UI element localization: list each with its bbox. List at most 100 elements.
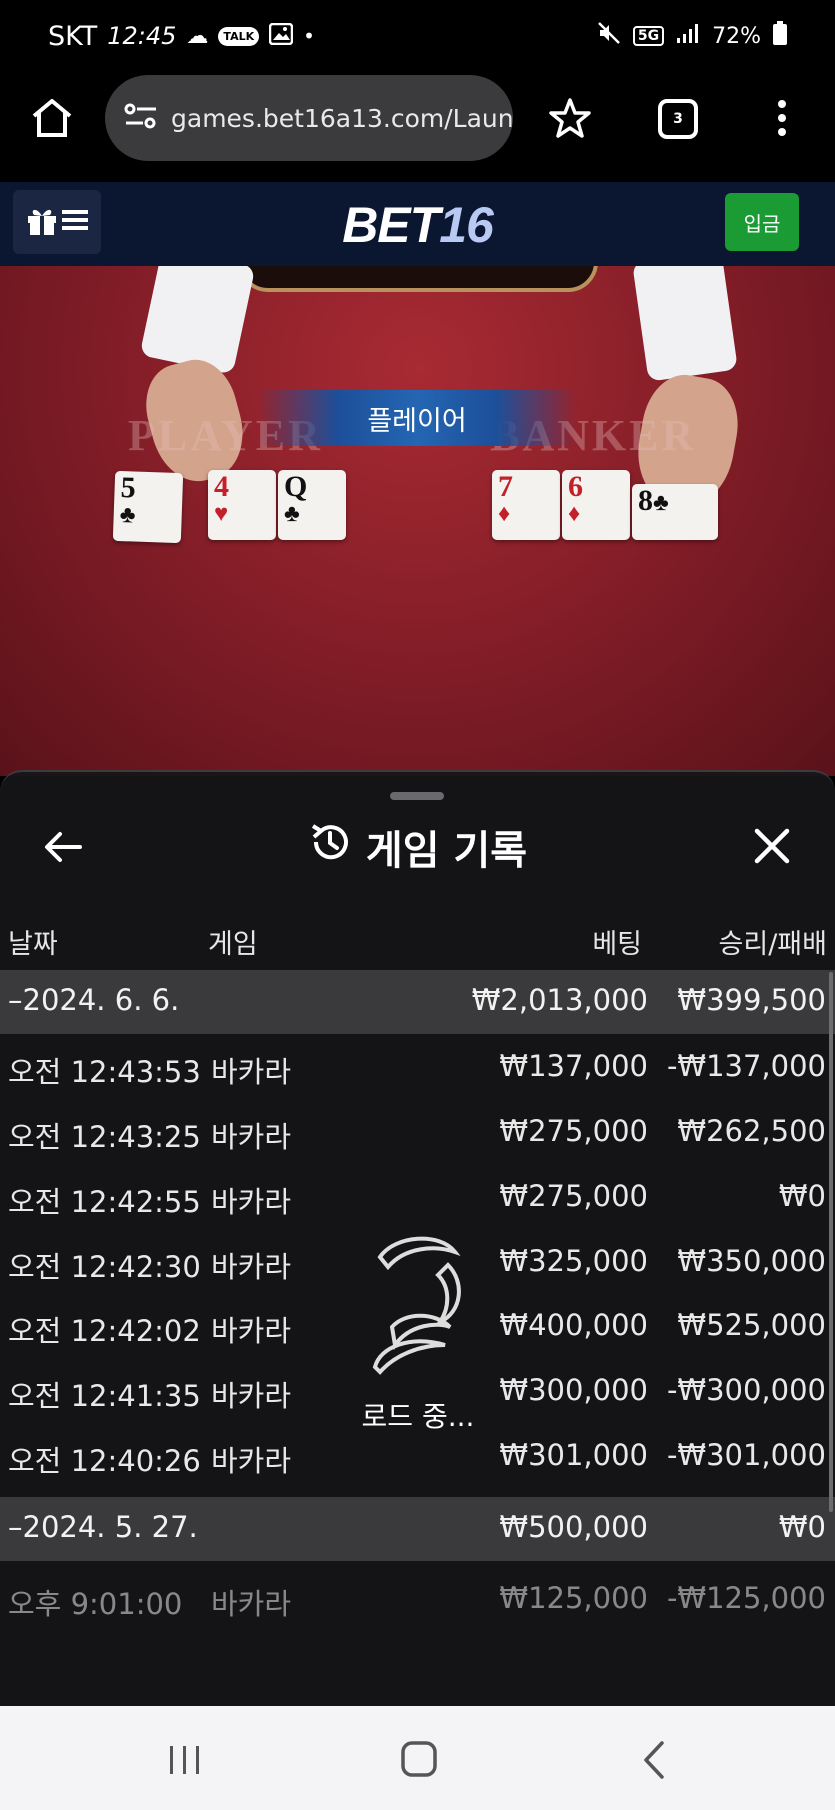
talk-icon: TALK xyxy=(218,26,260,46)
more-menu-icon[interactable] xyxy=(770,96,794,140)
site-header: BET16 입금 xyxy=(0,182,835,266)
row-time: 오전 12:42:55 xyxy=(8,1185,201,1219)
logo-text: BET xyxy=(342,197,440,253)
card-rank: Q xyxy=(284,470,308,503)
recent-apps-icon[interactable] xyxy=(168,1744,202,1776)
row-result: -₩301,000 xyxy=(666,1438,826,1472)
close-icon[interactable] xyxy=(752,826,792,866)
club-icon: ♣ xyxy=(119,502,136,529)
screen: SKT 12:45 ☁ TALK • 5G 72% games.bet16a13… xyxy=(0,0,835,1810)
row-bet: ₩137,000 xyxy=(499,1049,648,1083)
dealer-right-sleeve xyxy=(632,266,738,382)
carrier-label: SKT xyxy=(48,20,98,52)
home-icon[interactable] xyxy=(400,1740,438,1778)
row-time: 오전 12:43:25 xyxy=(8,1120,201,1154)
history-icon xyxy=(308,820,352,874)
player-card-2: 4 ♥ xyxy=(208,470,276,540)
notification-dot-icon: • xyxy=(303,24,315,48)
browser-home-icon[interactable] xyxy=(30,96,74,140)
row-game: 바카라 xyxy=(211,1120,292,1154)
row-result: ₩0 xyxy=(778,1179,826,1213)
row-result: ₩350,000 xyxy=(677,1244,826,1278)
banker-card-1: 7 ♦ xyxy=(492,470,560,540)
row-game: 바카라 xyxy=(211,1314,292,1348)
loading-indicator: 로드 중... xyxy=(350,1227,486,1433)
club-icon: ♣ xyxy=(284,501,300,527)
browser-toolbar: games.bet16a13.com/Launc 3 xyxy=(0,72,835,182)
history-row[interactable]: 오전 12:43:25 바카라 ₩275,000 ₩262,500 xyxy=(0,1101,835,1165)
card-rank: 5 xyxy=(120,471,137,505)
status-bar: SKT 12:45 ☁ TALK • 5G 72% xyxy=(0,0,835,72)
scrollbar[interactable] xyxy=(829,972,833,1512)
group-date: –2024. 5. 27. xyxy=(8,1510,198,1544)
group-result-total: ₩0 xyxy=(778,1510,826,1544)
player-card-3: Q ♣ xyxy=(278,470,346,540)
group-bet-total: ₩2,013,000 xyxy=(471,983,648,1017)
row-game: 바카라 xyxy=(211,1250,292,1284)
panel-title-text: 게임 기록 xyxy=(365,828,528,874)
column-header-bet: 베팅 xyxy=(592,929,642,960)
group-result-total: ₩399,500 xyxy=(677,983,826,1017)
row-time: 오전 12:42:02 xyxy=(8,1314,201,1348)
gallery-icon xyxy=(268,21,294,52)
cloud-icon: ☁ xyxy=(186,23,209,49)
column-header-date: 날짜 xyxy=(8,929,58,960)
row-result: ₩262,500 xyxy=(677,1114,826,1148)
loading-spinner-icon xyxy=(350,1236,486,1381)
column-header-result: 승리/패배 xyxy=(718,929,827,960)
diamond-icon: ♦ xyxy=(498,501,511,527)
network-5g-icon: 5G xyxy=(632,26,665,46)
address-bar[interactable]: games.bet16a13.com/Launc xyxy=(105,75,513,161)
card-rank: 4 xyxy=(214,470,229,503)
group-bet-total: ₩500,000 xyxy=(499,1510,648,1544)
logo-number: 16 xyxy=(439,197,494,253)
row-bet: ₩400,000 xyxy=(499,1308,648,1342)
loading-text: 로드 중... xyxy=(361,1400,475,1433)
panel-title: 게임 기록 xyxy=(0,818,835,876)
heart-icon: ♥ xyxy=(214,501,229,527)
row-bet: ₩275,000 xyxy=(499,1114,648,1148)
row-result: -₩137,000 xyxy=(666,1049,826,1083)
mute-icon xyxy=(597,21,621,51)
bookmark-star-icon[interactable] xyxy=(548,96,592,140)
site-logo[interactable]: BET16 xyxy=(0,196,835,254)
winner-banner: 플레이어 xyxy=(258,390,576,446)
status-left: SKT 12:45 ☁ TALK • xyxy=(48,21,315,52)
row-bet: ₩325,000 xyxy=(499,1244,648,1278)
clock: 12:45 xyxy=(107,22,177,50)
row-game: 바카라 xyxy=(211,1379,292,1413)
row-bet: ₩300,000 xyxy=(499,1373,648,1407)
row-game: 바카라 xyxy=(211,1587,292,1621)
row-time: 오전 12:41:35 xyxy=(8,1379,201,1413)
status-right: 5G 72% xyxy=(597,21,787,51)
row-bet: ₩275,000 xyxy=(499,1179,648,1213)
row-bet: ₩301,000 xyxy=(499,1438,648,1472)
row-time: 오후 9:01:00 xyxy=(8,1587,183,1621)
card-rank: 7 xyxy=(498,470,513,503)
tab-count-button[interactable]: 3 xyxy=(658,99,698,139)
row-time: 오전 12:42:30 xyxy=(8,1250,201,1284)
date-group-row[interactable]: –2024. 5. 27. ₩500,000 ₩0 xyxy=(0,1497,835,1561)
group-date: –2024. 6. 6. xyxy=(8,983,180,1017)
diamond-icon: ♦ xyxy=(568,501,581,527)
banker-card-2: 6 ♦ xyxy=(562,470,630,540)
date-group-row[interactable]: –2024. 6. 6. ₩2,013,000 ₩399,500 xyxy=(0,970,835,1034)
history-row[interactable]: 오후 9:01:00 바카라 ₩125,000 -₩125,000 xyxy=(0,1568,835,1632)
row-bet: ₩125,000 xyxy=(499,1581,648,1615)
row-game: 바카라 xyxy=(211,1055,292,1089)
row-time: 오전 12:40:26 xyxy=(8,1444,201,1478)
card-rank: 6 xyxy=(568,470,583,503)
row-result: ₩525,000 xyxy=(677,1308,826,1342)
row-result: -₩300,000 xyxy=(666,1373,826,1407)
column-header-game: 게임 xyxy=(208,929,258,960)
game-history-panel: 게임 기록 날짜 게임 베팅 승리/패배 –2024. 6. 6. ₩2,013… xyxy=(0,770,835,1706)
deposit-button[interactable]: 입금 xyxy=(725,193,799,251)
url-text: games.bet16a13.com/Launc xyxy=(171,103,513,133)
history-row[interactable]: 오전 12:43:53 바카라 ₩137,000 -₩137,000 xyxy=(0,1036,835,1100)
row-time: 오전 12:43:53 xyxy=(8,1055,201,1089)
back-icon[interactable] xyxy=(642,1740,666,1780)
site-settings-icon[interactable] xyxy=(123,101,159,135)
history-row[interactable]: 오전 12:42:55 바카라 ₩275,000 ₩0 xyxy=(0,1166,835,1230)
drag-handle[interactable] xyxy=(390,792,444,800)
live-game-view: PLAYER BANKER 플레이어 5 ♣ 4 ♥ Q ♣ 7 ♦ 6 ♦ 8♣ xyxy=(0,266,835,776)
